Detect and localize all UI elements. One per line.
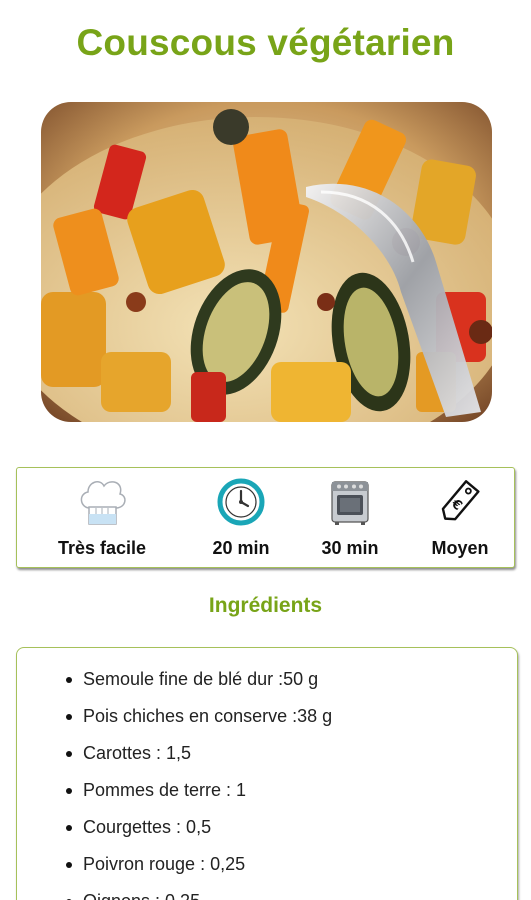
recipe-title: Couscous végétarien: [76, 22, 455, 63]
cook-time-info: 30 min: [300, 468, 400, 567]
difficulty-label: Très facile: [57, 538, 147, 558]
ingredients-card: Semoule fine de blé dur :50 g Pois chich…: [16, 647, 518, 900]
prep-time-label: 20 min: [212, 538, 270, 558]
price-tag-icon: €: [433, 474, 487, 533]
recipe-info-card: Très facile 20 min 30 min € Moyen: [16, 467, 515, 568]
prep-time-info: 20 min: [191, 468, 291, 567]
oven-icon: [327, 474, 373, 533]
recipe-page: Couscous végétarien Très facile 20 min 3…: [0, 0, 531, 900]
price-label: Moyen: [431, 538, 489, 558]
chef-hat-icon: [74, 474, 130, 535]
ingredients-heading: Ingrédients: [208, 594, 323, 617]
cook-time-label: 30 min: [321, 538, 379, 558]
difficulty-info: Très facile: [52, 468, 152, 567]
clock-icon: [216, 474, 266, 532]
price-info: € Moyen: [410, 468, 510, 567]
recipe-photo: [41, 102, 492, 422]
